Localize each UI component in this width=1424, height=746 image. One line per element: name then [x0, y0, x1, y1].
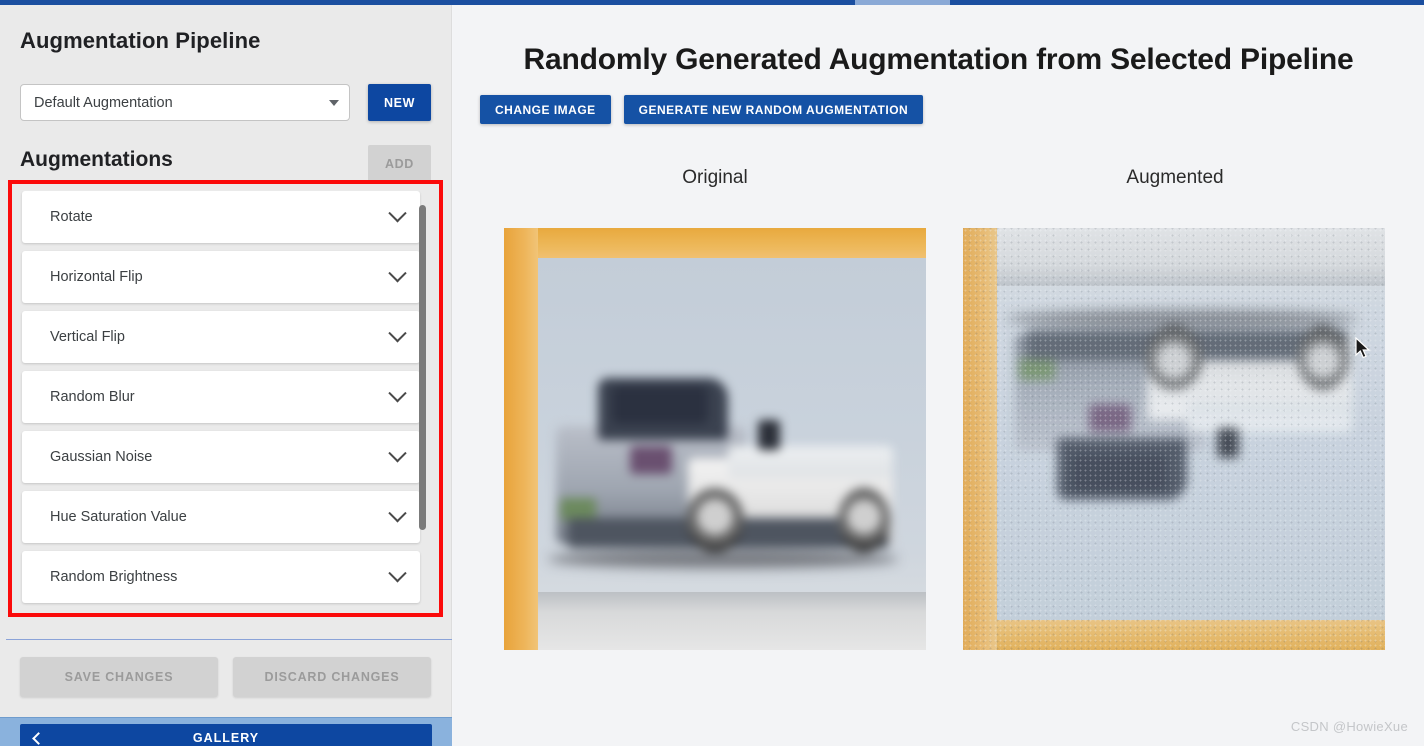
augmented-label: Augmented — [1126, 167, 1224, 188]
augmented-photo — [963, 228, 1385, 650]
augmentation-label: Random Brightness — [50, 569, 178, 585]
augmentation-label: Random Blur — [50, 389, 135, 405]
preview-panel: Randomly Generated Augmentation from Sel… — [453, 5, 1424, 746]
augmented-image — [963, 228, 1385, 650]
augmentation-list[interactable]: Rotate Horizontal Flip Vertical Flip Ran… — [14, 191, 437, 616]
preview-heading: Randomly Generated Augmentation from Sel… — [523, 43, 1354, 76]
chevron-down-icon[interactable] — [388, 383, 407, 402]
list-item[interactable]: Rotate — [22, 191, 420, 243]
augmentation-sidebar: Augmentation Pipeline Default Augmentati… — [0, 5, 452, 746]
chevron-down-icon[interactable] — [388, 503, 407, 522]
photo-border-left — [504, 228, 538, 650]
photo-car — [538, 368, 898, 598]
augmentation-list-scrollbar-thumb[interactable] — [419, 205, 426, 530]
new-pipeline-button[interactable]: NEW — [368, 84, 431, 121]
pipeline-select[interactable]: Default Augmentation — [20, 84, 350, 121]
augmentations-heading: Augmentations — [20, 148, 173, 171]
photo-border-top — [504, 228, 926, 258]
chevron-down-icon[interactable] — [388, 263, 407, 282]
original-photo — [504, 228, 926, 650]
augmentation-label: Rotate — [50, 209, 93, 225]
chevron-down-icon[interactable] — [388, 323, 407, 342]
discard-changes-button[interactable]: DISCARD CHANGES — [233, 657, 431, 697]
sidebar-divider — [6, 639, 452, 640]
chevron-left-icon — [32, 731, 45, 745]
gallery-button[interactable]: GALLERY — [20, 724, 432, 746]
list-item[interactable]: Random Blur — [22, 371, 420, 423]
original-label: Original — [682, 167, 748, 188]
save-changes-button[interactable]: SAVE CHANGES — [20, 657, 218, 697]
app-root: Augmentation Pipeline Default Augmentati… — [0, 0, 1424, 746]
change-image-button[interactable]: CHANGE IMAGE — [480, 95, 611, 124]
list-item[interactable]: Hue Saturation Value — [22, 491, 420, 543]
chevron-down-icon[interactable] — [388, 203, 407, 222]
pipeline-select-value: Default Augmentation — [34, 94, 173, 111]
chevron-down-icon[interactable] — [388, 563, 407, 582]
page-title: Augmentation Pipeline — [20, 28, 261, 53]
list-item[interactable]: Vertical Flip — [22, 311, 420, 363]
gallery-button-label: GALLERY — [192, 731, 260, 745]
photo-ground — [538, 592, 926, 650]
augmentation-label: Gaussian Noise — [50, 449, 153, 465]
chevron-down-icon[interactable] — [388, 443, 407, 462]
add-augmentation-button[interactable]: ADD — [368, 145, 431, 182]
list-item[interactable]: Horizontal Flip — [22, 251, 420, 303]
watermark: CSDN @HowieXue — [1290, 719, 1408, 734]
mouse-pointer-icon — [1355, 337, 1371, 359]
augmentation-label: Vertical Flip — [50, 329, 125, 345]
gallery-bar: GALLERY — [0, 717, 452, 746]
augmentation-label: Hue Saturation Value — [50, 509, 187, 525]
augmentation-label: Horizontal Flip — [50, 269, 143, 285]
original-image — [504, 228, 926, 650]
list-item[interactable]: Gaussian Noise — [22, 431, 420, 483]
generate-augmentation-button[interactable]: GENERATE NEW RANDOM AUGMENTATION — [623, 95, 924, 124]
list-item[interactable]: Random Brightness — [22, 551, 420, 603]
preview-actions: CHANGE IMAGE GENERATE NEW RANDOM AUGMENT… — [480, 95, 924, 124]
chevron-down-icon — [329, 99, 339, 106]
